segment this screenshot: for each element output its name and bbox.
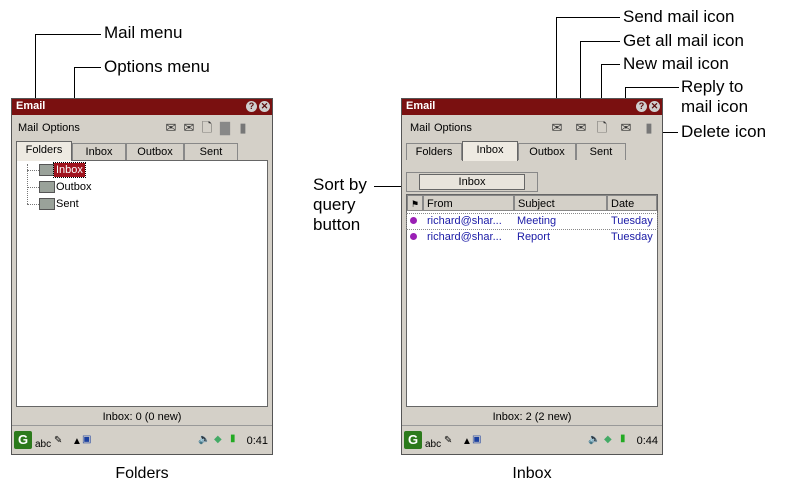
- input-method-label[interactable]: abc: [425, 439, 441, 450]
- help-button[interactable]: ?: [636, 101, 647, 112]
- folder-icon: [39, 164, 55, 176]
- speaker-icon[interactable]: 🔈: [198, 434, 210, 445]
- window-icon[interactable]: ▣: [472, 434, 481, 445]
- app-launcher-icon[interactable]: G: [14, 431, 32, 449]
- caption-inbox: Inbox: [512, 465, 552, 482]
- callout-get-all-mail: Get all mail icon: [623, 31, 744, 50]
- callout-sort-by-query: Sort by query button: [313, 175, 367, 235]
- callout-new-mail: New mail icon: [623, 54, 729, 73]
- window-title: Email: [406, 100, 436, 112]
- row-from: richard@shar...: [427, 215, 502, 227]
- up-arrow-icon[interactable]: ▲: [462, 436, 472, 447]
- send-mail-icon[interactable]: ✉: [550, 121, 564, 135]
- reply-mail-icon[interactable]: ▇: [218, 121, 232, 135]
- title-bar: Email ? ✕: [402, 99, 662, 115]
- input-method-label[interactable]: abc: [35, 439, 51, 450]
- callout-sort-line2: query: [313, 195, 356, 214]
- menu-bar: Mail Options ✉ ✉ 🗋 ✉ ▮: [402, 115, 662, 141]
- tree-item-outbox[interactable]: Outbox: [54, 180, 93, 194]
- tab-bar: Folders Inbox Outbox Sent: [402, 141, 662, 161]
- status-text: Inbox: 0 (0 new): [102, 411, 182, 423]
- delete-icon[interactable]: ▮: [642, 121, 656, 135]
- taskbar: G abc ✎ ▲ ▣ 🔈 ◆ ▮ 0:44: [402, 425, 662, 454]
- callout-reply-line1: Reply to: [681, 77, 744, 96]
- tab-folders[interactable]: Folders: [406, 143, 462, 160]
- folders-screen: Email ? ✕ Mail Options ✉ ✉ 🗋 ▇ ▮ Folders…: [11, 98, 273, 455]
- inbox-screen: Email ? ✕ Mail Options ✉ ✉ 🗋 ✉ ▮ Folders…: [401, 98, 663, 455]
- unread-dot-icon: [410, 217, 417, 224]
- help-button[interactable]: ?: [246, 101, 257, 112]
- table-row[interactable]: richard@shar... Report Tuesday: [407, 230, 657, 245]
- callout-delete: Delete icon: [681, 122, 767, 141]
- close-button[interactable]: ✕: [649, 101, 660, 112]
- window-icon[interactable]: ▣: [82, 434, 91, 445]
- query-bar: Inbox: [406, 172, 538, 192]
- callout-mail-menu: Mail menu: [104, 23, 183, 42]
- tab-bar: Folders Inbox Outbox Sent: [12, 141, 272, 161]
- tab-sent[interactable]: Sent: [576, 143, 626, 160]
- speaker-icon[interactable]: 🔈: [588, 434, 600, 445]
- column-from[interactable]: From: [423, 195, 514, 211]
- sort-by-query-button[interactable]: Inbox: [419, 174, 525, 190]
- folder-tree: Inbox Outbox Sent: [16, 160, 268, 407]
- clock: 0:41: [246, 435, 268, 447]
- new-mail-icon[interactable]: 🗋: [595, 121, 609, 135]
- callout-reply-line2: mail icon: [681, 97, 749, 116]
- column-date[interactable]: Date: [607, 195, 657, 211]
- close-button[interactable]: ✕: [259, 101, 270, 112]
- send-mail-icon[interactable]: ✉: [164, 121, 178, 135]
- tab-outbox[interactable]: Outbox: [518, 143, 576, 160]
- battery-icon: ▮: [620, 433, 626, 444]
- pen-icon[interactable]: ✎: [444, 435, 452, 446]
- tab-inbox[interactable]: Inbox: [462, 141, 518, 161]
- folder-icon: [39, 181, 55, 193]
- reply-mail-icon[interactable]: ✉: [619, 121, 633, 135]
- tree-item-sent[interactable]: Sent: [54, 197, 81, 211]
- tab-inbox[interactable]: Inbox: [72, 143, 126, 160]
- title-bar: Email ? ✕: [12, 99, 272, 115]
- network-icon[interactable]: ◆: [604, 434, 612, 445]
- tab-outbox[interactable]: Outbox: [126, 143, 184, 160]
- mail-menu[interactable]: Mail: [410, 122, 430, 134]
- options-menu[interactable]: Options: [434, 122, 472, 134]
- tree-item-inbox[interactable]: Inbox: [53, 162, 86, 178]
- get-all-mail-icon[interactable]: ✉: [574, 121, 588, 135]
- row-date: Tuesday: [611, 231, 653, 243]
- callout-reply-mail: Reply to mail icon: [681, 77, 748, 117]
- pen-icon[interactable]: ✎: [54, 435, 62, 446]
- clock: 0:44: [636, 435, 658, 447]
- battery-icon: ▮: [230, 433, 236, 444]
- up-arrow-icon[interactable]: ▲: [72, 436, 82, 447]
- row-date: Tuesday: [611, 215, 653, 227]
- app-launcher-icon[interactable]: G: [404, 431, 422, 449]
- new-mail-icon[interactable]: 🗋: [200, 121, 214, 135]
- row-from: richard@shar...: [427, 231, 502, 243]
- table-row[interactable]: richard@shar... Meeting Tuesday: [406, 213, 658, 230]
- menu-bar: Mail Options ✉ ✉ 🗋 ▇ ▮: [12, 115, 272, 141]
- caption-folders: Folders: [115, 465, 169, 482]
- taskbar: G abc ✎ ▲ ▣ 🔈 ◆ ▮ 0:41: [12, 425, 272, 454]
- row-subject: Meeting: [517, 215, 557, 227]
- get-all-mail-icon[interactable]: ✉: [182, 121, 196, 135]
- unread-dot-icon: [410, 233, 417, 240]
- column-flag[interactable]: ⚑: [407, 195, 423, 211]
- tab-sent[interactable]: Sent: [184, 143, 238, 160]
- row-subject: Report: [517, 231, 551, 243]
- callout-sort-line1: Sort by: [313, 175, 367, 194]
- network-icon[interactable]: ◆: [214, 434, 222, 445]
- callout-send-mail: Send mail icon: [623, 7, 735, 26]
- callout-options-menu: Options menu: [104, 57, 210, 76]
- callout-sort-line3: button: [313, 215, 361, 234]
- tab-folders[interactable]: Folders: [16, 141, 72, 161]
- options-menu[interactable]: Options: [42, 122, 80, 134]
- status-text: Inbox: 2 (2 new): [492, 411, 572, 423]
- folder-icon: [39, 198, 55, 210]
- mail-menu[interactable]: Mail: [18, 122, 38, 134]
- window-title: Email: [16, 100, 46, 112]
- message-list: ⚑ From Subject Date richard@shar... Meet…: [406, 194, 658, 407]
- column-subject[interactable]: Subject: [514, 195, 607, 211]
- delete-icon[interactable]: ▮: [236, 121, 250, 135]
